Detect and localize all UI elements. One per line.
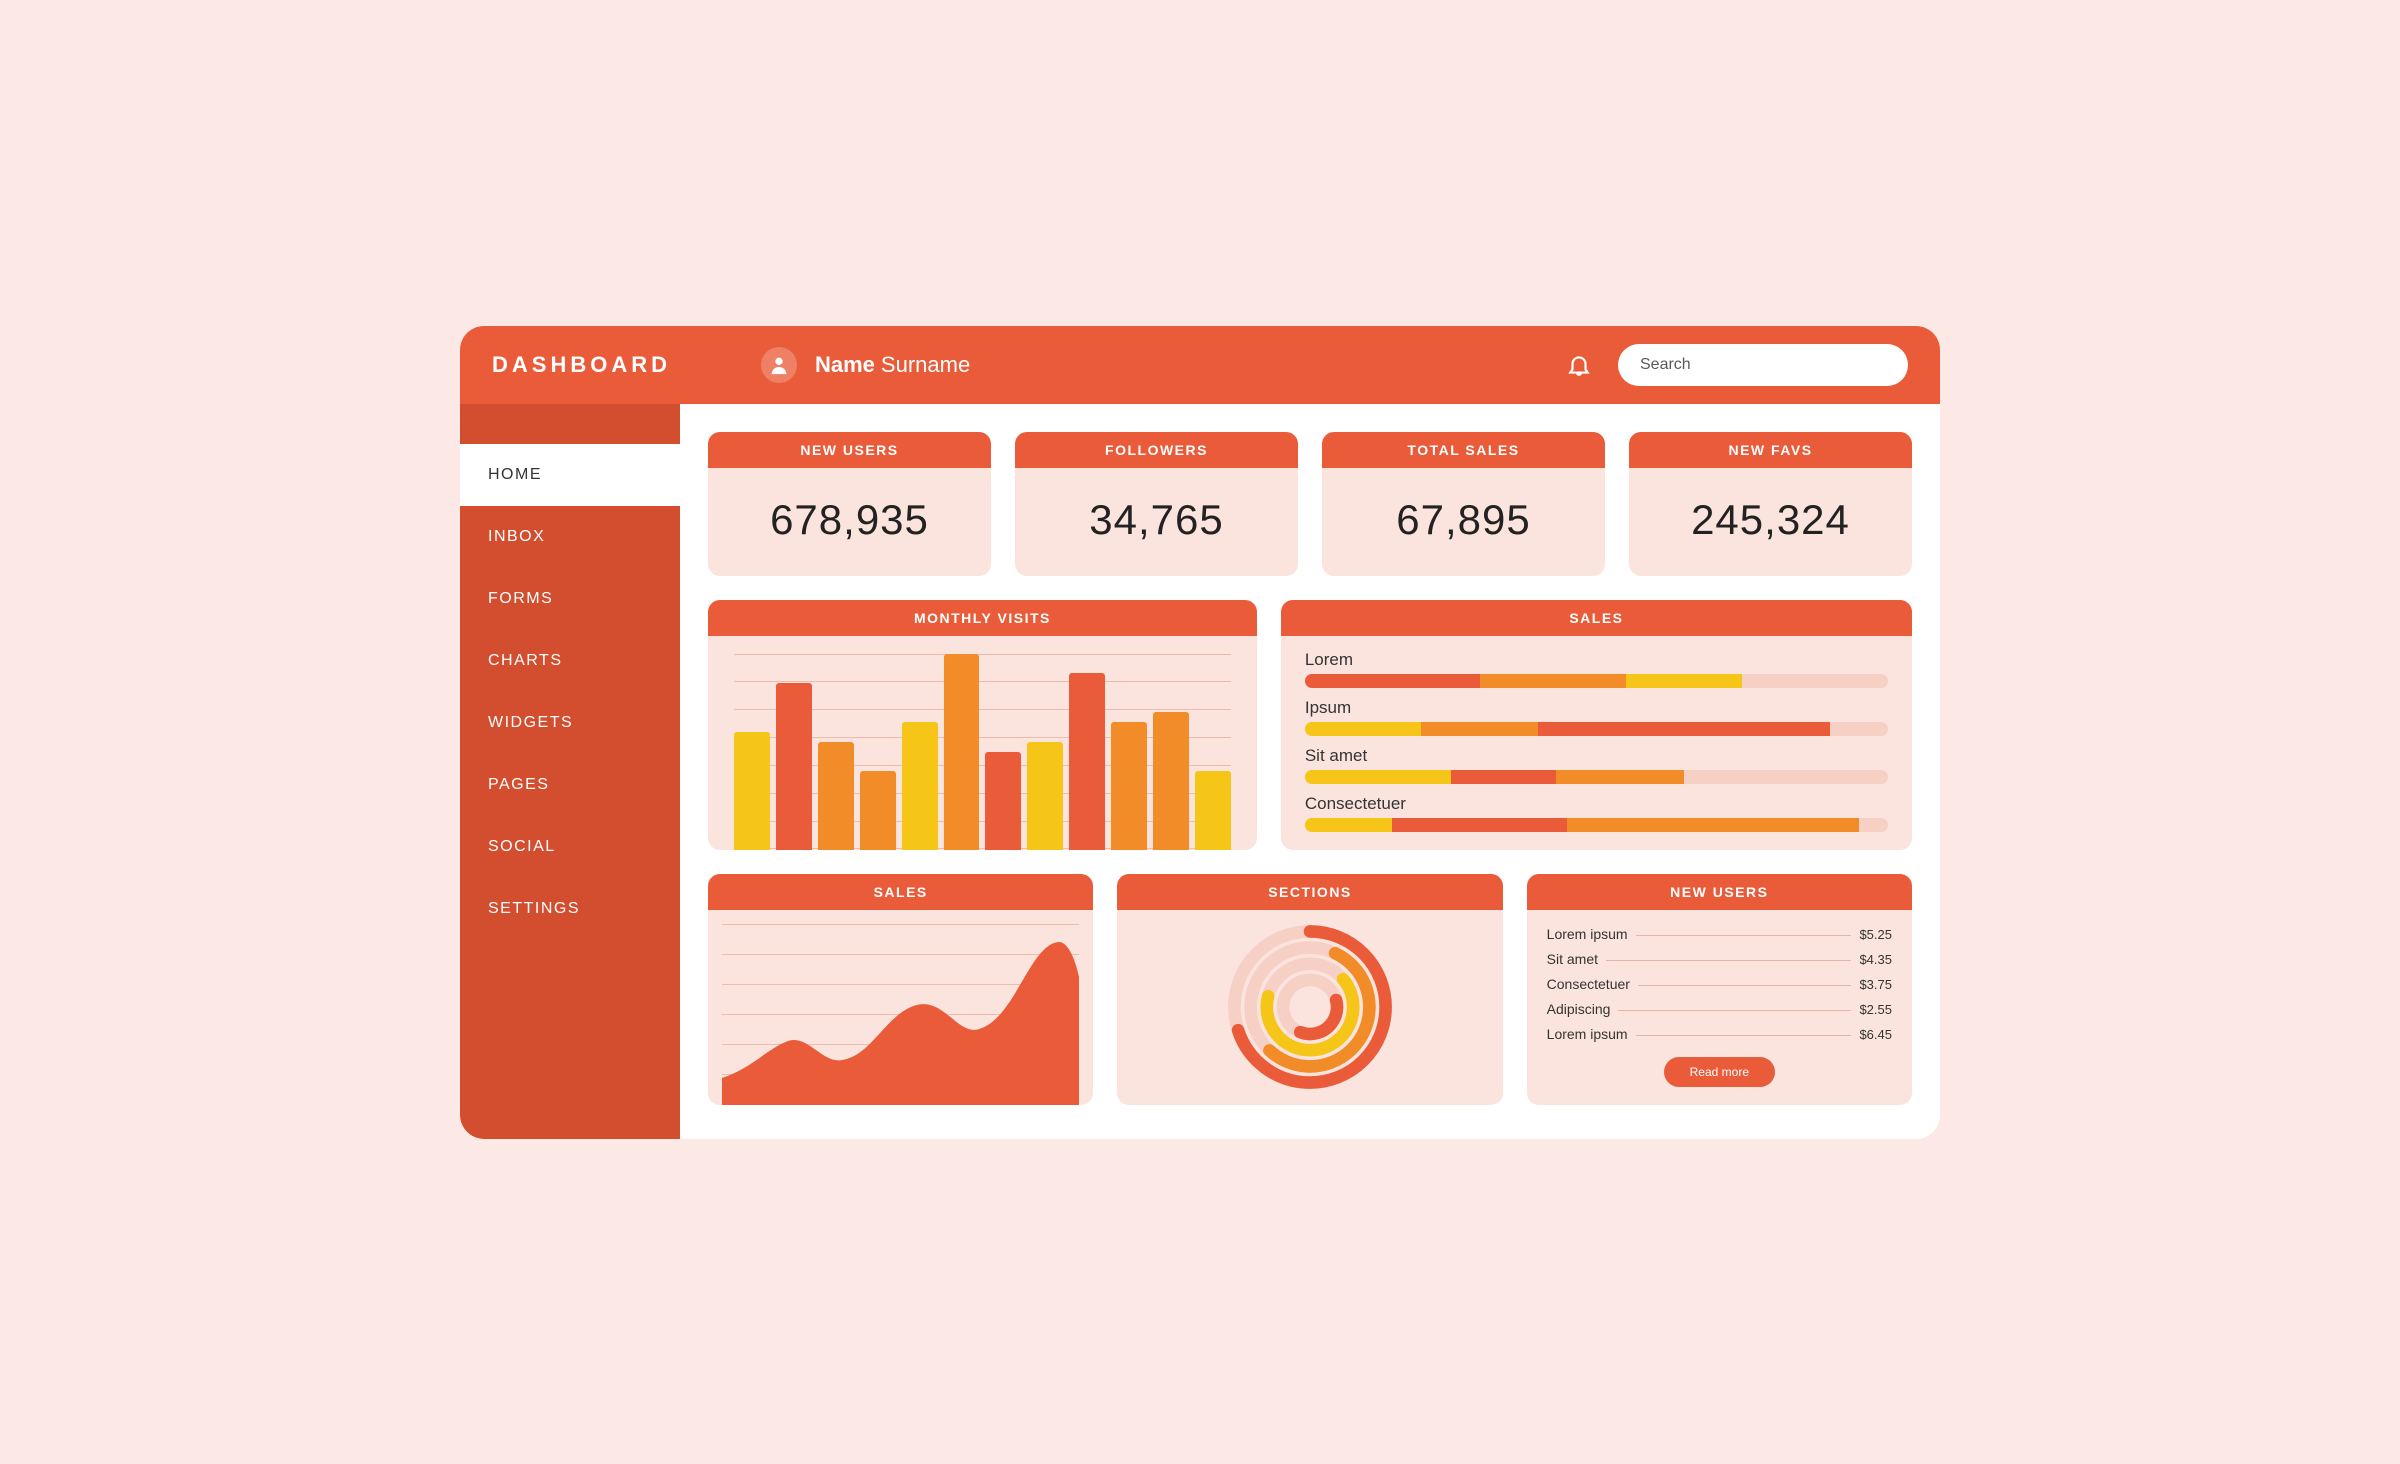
area-chart: [722, 924, 1079, 1105]
sidebar-item-inbox[interactable]: INBOX: [460, 506, 680, 568]
notifications-button[interactable]: [1566, 352, 1592, 378]
card-title: NEW FAVS: [1629, 432, 1912, 468]
app-window: DASHBOARD NameSurname HOME INBOX FORMS C…: [460, 326, 1940, 1139]
card-title: SALES: [708, 874, 1093, 910]
sidebar-item-pages[interactable]: PAGES: [460, 754, 680, 816]
list-item: Consectetuer $3.75: [1547, 976, 1892, 992]
logo: DASHBOARD: [492, 352, 671, 378]
monthly-visits-card: MONTHLY VISITS: [708, 600, 1257, 850]
sidebar-item-forms[interactable]: FORMS: [460, 568, 680, 630]
list-item: Sit amet $4.35: [1547, 951, 1892, 967]
card-title: SALES: [1281, 600, 1912, 636]
sales-bar-track: [1305, 674, 1888, 688]
kpi-value: 245,324: [1691, 496, 1850, 544]
list-item-label: Lorem ipsum: [1547, 1026, 1628, 1042]
radial-chart: [1220, 917, 1400, 1097]
list-item-label: Lorem ipsum: [1547, 926, 1628, 942]
horizontal-bar-chart: Lorem Ipsum Sit amet Consectetuer: [1281, 636, 1912, 850]
search-box[interactable]: [1618, 344, 1908, 386]
card-title: NEW USERS: [708, 432, 991, 468]
list-item-price: $3.75: [1859, 977, 1892, 992]
search-input[interactable]: [1640, 356, 1886, 374]
list-item-price: $5.25: [1859, 927, 1892, 942]
bar-chart: [734, 654, 1231, 850]
list-item-price: $2.55: [1859, 1002, 1892, 1017]
sales-bar-label: Consectetuer: [1305, 794, 1888, 814]
kpi-value: 678,935: [770, 496, 929, 544]
sidebar-item-settings[interactable]: SETTINGS: [460, 878, 680, 940]
bell-icon: [1566, 352, 1592, 378]
header: DASHBOARD NameSurname: [460, 326, 1940, 404]
kpi-total-sales: TOTAL SALES 67,895: [1322, 432, 1605, 576]
list-item: Lorem ipsum $6.45: [1547, 1026, 1892, 1042]
card-title: SECTIONS: [1117, 874, 1502, 910]
sidebar-item-charts[interactable]: CHARTS: [460, 630, 680, 692]
sales-bar-track: [1305, 818, 1888, 832]
sales-bar-label: Lorem: [1305, 650, 1888, 670]
avatar[interactable]: [761, 347, 797, 383]
kpi-row: NEW USERS 678,935 FOLLOWERS 34,765 TOTAL…: [708, 432, 1912, 576]
kpi-value: 67,895: [1396, 496, 1530, 544]
sections-card: SECTIONS: [1117, 874, 1502, 1105]
card-title: NEW USERS: [1527, 874, 1912, 910]
list-item: Adipiscing $2.55: [1547, 1001, 1892, 1017]
card-title: FOLLOWERS: [1015, 432, 1298, 468]
main-content: NEW USERS 678,935 FOLLOWERS 34,765 TOTAL…: [680, 404, 1940, 1139]
sales-bar-track: [1305, 722, 1888, 736]
list-item: Lorem ipsum $5.25: [1547, 926, 1892, 942]
new-users-list-card: NEW USERS Lorem ipsum $5.25 Sit amet $4.35 C…: [1527, 874, 1912, 1105]
sidebar: HOME INBOX FORMS CHARTS WIDGETS PAGES SO…: [460, 404, 680, 1139]
kpi-new-users: NEW USERS 678,935: [708, 432, 991, 576]
kpi-followers: FOLLOWERS 34,765: [1015, 432, 1298, 576]
list-item-price: $4.35: [1859, 952, 1892, 967]
sidebar-item-social[interactable]: SOCIAL: [460, 816, 680, 878]
kpi-value: 34,765: [1089, 496, 1223, 544]
sales-area-card: SALES: [708, 874, 1093, 1105]
list-item-label: Consectetuer: [1547, 976, 1630, 992]
card-title: TOTAL SALES: [1322, 432, 1605, 468]
sidebar-item-widgets[interactable]: WIDGETS: [460, 692, 680, 754]
sales-bars-card: SALES Lorem Ipsum Sit amet Consectetuer: [1281, 600, 1912, 850]
sales-bar-label: Ipsum: [1305, 698, 1888, 718]
list-item-label: Adipiscing: [1547, 1001, 1611, 1017]
username: NameSurname: [815, 352, 970, 378]
read-more-button[interactable]: Read more: [1664, 1057, 1775, 1087]
user-icon: [768, 354, 790, 376]
list-item-price: $6.45: [1859, 1027, 1892, 1042]
sales-bar-track: [1305, 770, 1888, 784]
sidebar-item-home[interactable]: HOME: [460, 444, 680, 506]
kpi-new-favs: NEW FAVS 245,324: [1629, 432, 1912, 576]
list-item-label: Sit amet: [1547, 951, 1598, 967]
card-title: MONTHLY VISITS: [708, 600, 1257, 636]
sales-bar-label: Sit amet: [1305, 746, 1888, 766]
